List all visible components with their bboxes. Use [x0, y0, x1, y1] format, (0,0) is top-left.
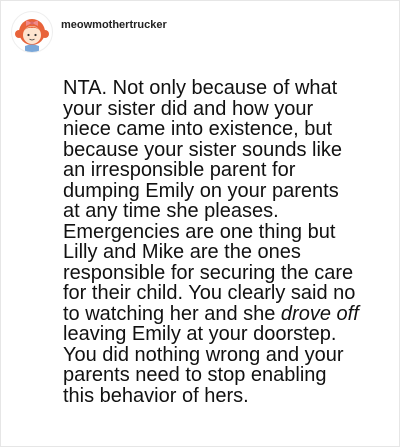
- post-card: meowmothertrucker NTA. Not only because …: [0, 0, 400, 447]
- post-body-line: parents need to stop enabling: [63, 364, 327, 386]
- post-body-line: your sister did and how your: [63, 97, 314, 120]
- post-body-line: for their child. You clearly said no: [63, 282, 356, 304]
- post-body-line: Lilly and Mike are the ones: [63, 241, 301, 263]
- post-body: NTA. Not only because of what your sister…: [63, 78, 393, 406]
- post-header: meowmothertrucker: [11, 11, 167, 53]
- post-body-line: this behavior of hers.: [63, 384, 249, 407]
- avatar[interactable]: [11, 11, 53, 53]
- post-body-line: responsible for securing the care: [63, 261, 354, 284]
- post-body-line: dumping Emily on your parents: [63, 179, 339, 202]
- post-body-text: to watching her and she: [63, 302, 281, 325]
- username[interactable]: meowmothertrucker: [61, 19, 167, 31]
- post-body-line: niece came into existence, but: [63, 118, 333, 140]
- post-body-emphasis: drove off: [280, 302, 359, 325]
- post-body-line: NTA. Not only because of what: [63, 77, 338, 99]
- post-body-line: You did nothing wrong and your: [63, 343, 344, 366]
- post-body-line: at any time she pleases.: [63, 200, 279, 222]
- post-body-line: Emergencies are one thing but: [63, 220, 336, 243]
- post-body-line: because your sister sounds like: [63, 138, 343, 161]
- post-body-line: an irresponsible parent for: [63, 159, 296, 181]
- post-body-line: leaving Emily at your doorstep.: [63, 323, 337, 345]
- cartoon-girl-avatar-icon: [15, 19, 49, 52]
- post-body-line: to watching her and she drove off: [63, 302, 393, 325]
